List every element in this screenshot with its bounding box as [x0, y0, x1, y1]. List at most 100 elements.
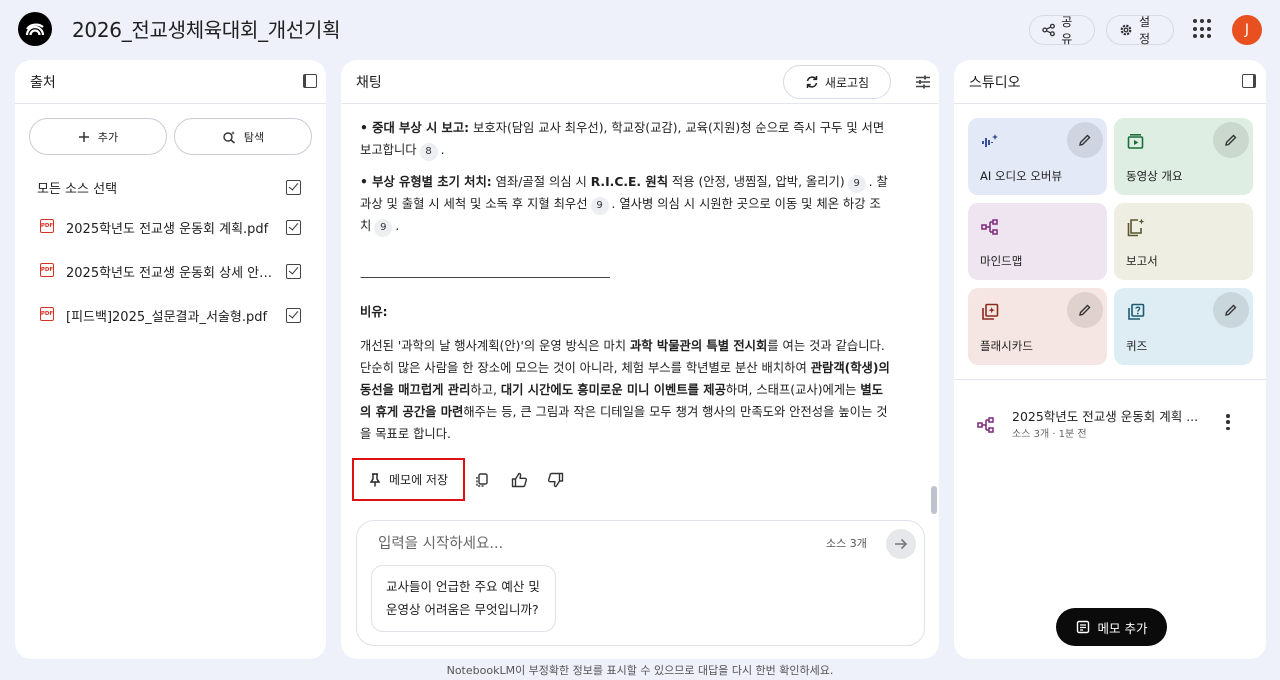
- send-button[interactable]: [886, 529, 916, 559]
- sources-header: 출처: [15, 60, 326, 104]
- thumbs-down-button[interactable]: [545, 470, 565, 490]
- pencil-icon: [1225, 134, 1237, 146]
- explore-sources-button[interactable]: 탐색: [174, 118, 312, 155]
- tile-label: 퀴즈: [1126, 339, 1148, 353]
- save-to-memo-highlight: 메모에 저장: [352, 458, 465, 501]
- note-add-icon: [1076, 620, 1089, 634]
- thumbs-up-icon: [511, 472, 527, 488]
- collapse-panel-icon[interactable]: [303, 74, 317, 88]
- select-all-label: 모든 소스 선택: [37, 182, 118, 197]
- quiz-icon: [1128, 303, 1145, 320]
- source-count: 소스 3개: [826, 537, 867, 550]
- chat-input-box: 입력을 시작하세요... 소스 3개 교사들이 언급한 주요 예산 및 운영상 …: [356, 520, 925, 646]
- arrow-right-icon: [895, 538, 908, 550]
- analogy-paragraph: 개선된 '과학의 날 행사계획(안)'의 운영 방식은 마치 과학 박물관의 특…: [360, 335, 890, 445]
- studio-tile-flashcard[interactable]: 플래시카드: [968, 288, 1107, 365]
- share-icon: [1042, 23, 1055, 37]
- tile-label: 동영상 개요: [1126, 169, 1183, 183]
- pencil-icon: [1079, 134, 1091, 146]
- source-item[interactable]: PDF 2025학년도 전교생 운동회 상세 안전 ...: [15, 256, 326, 286]
- notebooklm-logo-icon: [25, 23, 45, 36]
- suggested-question[interactable]: 교사들이 언급한 주요 예산 및 운영상 어려움은 무엇입니까?: [371, 565, 556, 632]
- paragraph-text: 개선된 '과학의 날 행사계획(안)'의 운영 방식은 마치: [360, 339, 630, 353]
- paragraph-text: 하고,: [470, 383, 501, 397]
- source-checkbox[interactable]: [286, 308, 301, 323]
- source-item[interactable]: PDF 2025학년도 전교생 운동회 계획.pdf: [15, 212, 326, 242]
- search-sparkle-icon: [223, 130, 235, 144]
- share-button[interactable]: 공유: [1029, 15, 1095, 46]
- studio-tile-report[interactable]: 보고서: [1114, 203, 1253, 280]
- account-avatar[interactable]: J: [1232, 15, 1262, 45]
- collapse-panel-icon[interactable]: [1242, 74, 1256, 88]
- source-item-label: [피드백]2025_설문결과_서술형.pdf: [66, 310, 268, 325]
- add-source-label: 추가: [97, 130, 119, 144]
- paragraph-text: 염좌/골절 의심 시: [491, 175, 591, 189]
- source-item-label: 2025학년도 전교생 운동회 상세 안전 ...: [66, 266, 276, 281]
- report-icon: [1127, 218, 1145, 237]
- citation-chip[interactable]: 9: [374, 219, 393, 237]
- bold-text: 과학 박물관의 특별 전시회: [629, 339, 768, 353]
- refresh-button[interactable]: 새로고침: [783, 65, 891, 99]
- save-to-memo-label: 메모에 저장: [388, 473, 448, 487]
- edit-button[interactable]: [1213, 122, 1249, 158]
- edit-button[interactable]: [1067, 122, 1103, 158]
- add-source-button[interactable]: 추가: [29, 118, 167, 155]
- add-note-button[interactable]: 메모 추가: [1056, 608, 1167, 646]
- tune-icon[interactable]: [915, 74, 931, 90]
- studio-tile-quiz[interactable]: 퀴즈: [1114, 288, 1253, 365]
- sources-panel: 출처 추가 탐색 모든 소스 선택 PDF 2025학년도 전교생 운동회 계획…: [15, 60, 326, 659]
- explore-label: 탐색: [243, 130, 265, 144]
- citation-chip[interactable]: 8: [419, 143, 438, 161]
- edit-button[interactable]: [1213, 292, 1249, 328]
- paragraph-text: 하며, 스태프(교사)에게는: [725, 383, 861, 397]
- apps-grid-icon[interactable]: [1193, 19, 1213, 39]
- copy-button[interactable]: [472, 470, 492, 490]
- pencil-icon: [1079, 304, 1091, 316]
- response-paragraph-first-aid: • 부상 유형별 초기 처치: 염좌/골절 의심 시 R.I.C.E. 원칙 적…: [360, 171, 890, 237]
- share-label: 공유: [1061, 15, 1073, 46]
- mindmap-icon: [977, 417, 994, 433]
- source-item[interactable]: PDF [피드백]2025_설문결과_서술형.pdf: [15, 300, 326, 330]
- analogy-heading-text: 비유:: [360, 305, 388, 319]
- app-logo[interactable]: [18, 12, 52, 46]
- divider-line: ----------------------------------------…: [360, 270, 611, 284]
- source-checkbox[interactable]: [286, 264, 301, 279]
- pencil-icon: [1225, 304, 1237, 316]
- studio-panel: 스튜디오 AI 오디오 오버뷰 동영상 개요 마인드맵 보고서 플래시카드 퀴즈…: [954, 60, 1266, 659]
- studio-tile-video-overview[interactable]: 동영상 개요: [1114, 118, 1253, 195]
- paragraph-text: .: [440, 143, 445, 157]
- chat-scrollbar[interactable]: [931, 486, 937, 514]
- tile-label: 마인드맵: [980, 254, 1023, 268]
- chat-input[interactable]: 입력을 시작하세요...: [378, 532, 503, 553]
- studio-divider: [954, 379, 1266, 380]
- pdf-icon: PDF: [40, 263, 54, 277]
- thumbs-up-button[interactable]: [509, 470, 529, 490]
- studio-title: 스튜디오: [969, 75, 1021, 91]
- studio-tile-audio-overview[interactable]: AI 오디오 오버뷰: [968, 118, 1107, 195]
- settings-button[interactable]: 설정: [1106, 15, 1174, 46]
- select-all-row[interactable]: 모든 소스 선택: [15, 172, 326, 202]
- source-item-label: 2025학년도 전교생 운동회 계획.pdf: [66, 222, 269, 237]
- more-vert-icon[interactable]: [1226, 414, 1230, 430]
- tile-label: AI 오디오 오버뷰: [980, 169, 1063, 183]
- analogy-heading: 비유:: [360, 301, 890, 323]
- notebook-title[interactable]: 2026_전교생체육대회_개선기획: [72, 14, 341, 43]
- select-all-checkbox[interactable]: [286, 180, 301, 195]
- tile-label: 보고서: [1126, 254, 1158, 268]
- sources-title: 출처: [30, 75, 56, 91]
- note-item[interactable]: 2025학년도 전교생 운동회 계획 ... 소스 3개 · 1분 전: [954, 398, 1266, 448]
- save-to-memo-button[interactable]: 메모에 저장: [360, 465, 456, 494]
- disclaimer-footer: NotebookLM이 부정확한 정보를 표시할 수 있으므로 대답을 다시 한…: [446, 664, 834, 677]
- bold-text: 대기 시간에도 흥미로운 미니 이벤트를 제공: [500, 383, 726, 397]
- note-title: 2025학년도 전교생 운동회 계획 ...: [1012, 409, 1199, 424]
- citation-chip[interactable]: 9: [590, 197, 609, 215]
- pdf-icon: PDF: [40, 219, 54, 233]
- copy-icon: [476, 473, 488, 487]
- edit-button[interactable]: [1067, 292, 1103, 328]
- citation-chip[interactable]: 9: [847, 175, 866, 193]
- video-icon: [1127, 134, 1144, 149]
- mindmap-icon: [981, 219, 998, 235]
- studio-tile-mindmap[interactable]: 마인드맵: [968, 203, 1107, 280]
- source-checkbox[interactable]: [286, 220, 301, 235]
- pin-icon: [369, 472, 381, 486]
